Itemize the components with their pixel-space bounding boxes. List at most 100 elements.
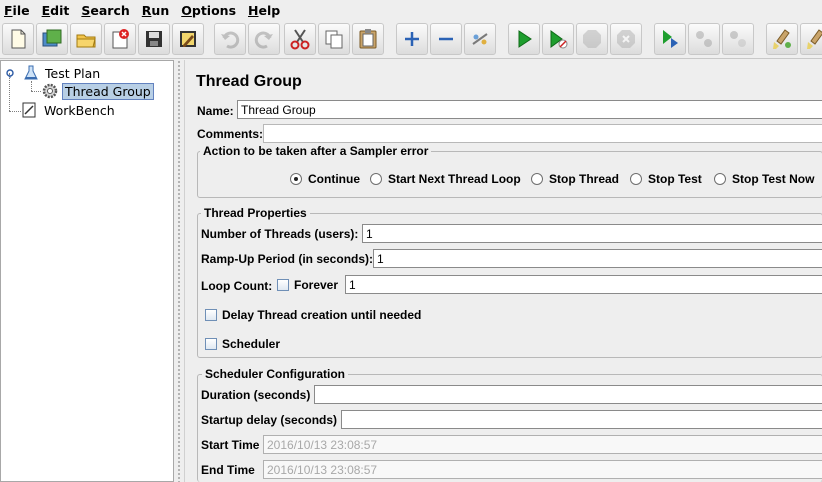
radio-indicator	[370, 173, 382, 185]
cut-button[interactable]	[284, 23, 316, 55]
open-icon	[76, 34, 96, 48]
remote-start-icon	[663, 30, 678, 48]
forever-checkbox[interactable]: Forever	[277, 278, 338, 292]
loop-count-input[interactable]: 1	[345, 275, 822, 294]
toggle-button[interactable]	[464, 23, 496, 55]
radio-indicator	[531, 173, 543, 185]
remote-stop-icon	[696, 31, 712, 47]
tree-connector	[31, 91, 41, 92]
tree-connector	[9, 111, 21, 112]
start-icon	[518, 30, 532, 48]
gear-icon	[42, 83, 58, 99]
tree-item-test-plan[interactable]: Test Plan	[5, 64, 102, 82]
undo-icon	[221, 31, 240, 49]
expand-all-button[interactable]	[396, 23, 428, 55]
duration-label: Duration (seconds)	[201, 388, 311, 402]
duration-input[interactable]	[314, 385, 822, 404]
toolbar	[0, 21, 822, 59]
checkbox-box	[205, 338, 217, 350]
start-no-pauses-button[interactable]	[542, 23, 574, 55]
collapse-all-button[interactable]	[430, 23, 462, 55]
menu-help[interactable]: Help	[248, 3, 280, 18]
remote-shutdown-icon	[730, 31, 746, 47]
radio-stop-thread[interactable]: Stop Thread	[531, 172, 619, 186]
radio-indicator	[630, 173, 642, 185]
collapse-icon	[439, 37, 453, 41]
remote-shutdown-button[interactable]	[722, 23, 754, 55]
tree-item-label: Test Plan	[45, 65, 101, 81]
radio-indicator	[714, 173, 726, 185]
sampler-error-title: Action to be taken after a Sampler error	[200, 144, 432, 158]
num-threads-input[interactable]: 1	[362, 224, 822, 243]
paste-button[interactable]	[352, 23, 384, 55]
toggle-icon	[472, 33, 488, 45]
cut-icon	[290, 29, 310, 50]
menu-file[interactable]: File	[4, 3, 30, 18]
radio-stop-test[interactable]: Stop Test	[630, 172, 702, 186]
page-title: Thread Group	[196, 73, 302, 90]
save-as-button[interactable]	[172, 23, 204, 55]
save-as-icon	[180, 31, 196, 47]
stop-button[interactable]	[576, 23, 608, 55]
checkbox-box	[277, 279, 289, 291]
clear-all-icon	[807, 29, 822, 49]
open-button[interactable]	[70, 23, 102, 55]
tree-item-label: Thread Group	[62, 82, 154, 100]
start-no-pause-icon	[550, 30, 568, 49]
startup-delay-input[interactable]	[341, 410, 822, 429]
stop-icon	[583, 30, 601, 48]
name-label: Name:	[197, 104, 234, 118]
delay-thread-creation-checkbox[interactable]: Delay Thread creation until needed	[205, 308, 421, 322]
save-button[interactable]	[138, 23, 170, 55]
scheduler-config-title: Scheduler Configuration	[202, 367, 349, 381]
shutdown-button[interactable]	[610, 23, 642, 55]
tree-expander-icon[interactable]	[5, 68, 15, 78]
radio-indicator	[290, 173, 302, 185]
thread-properties-title: Thread Properties	[201, 206, 310, 220]
clear-button[interactable]	[766, 23, 798, 55]
remote-start-button[interactable]	[654, 23, 686, 55]
loop-count-label: Loop Count:	[201, 279, 273, 293]
redo-button[interactable]	[248, 23, 280, 55]
comments-input[interactable]	[263, 124, 822, 143]
radio-continue[interactable]: Continue	[290, 172, 360, 186]
pane-splitter[interactable]	[174, 60, 184, 482]
new-button[interactable]	[2, 23, 34, 55]
num-threads-label: Number of Threads (users):	[201, 227, 359, 241]
radio-start-next-thread-loop[interactable]: Start Next Thread Loop	[370, 172, 521, 186]
tree-item-thread-group[interactable]: Thread Group	[41, 82, 154, 100]
new-icon	[11, 29, 26, 49]
start-button[interactable]	[508, 23, 540, 55]
undo-button[interactable]	[214, 23, 246, 55]
templates-icon	[42, 29, 62, 47]
radio-stop-test-now[interactable]: Stop Test Now	[714, 172, 814, 186]
menu-run[interactable]: Run	[142, 3, 169, 18]
clear-all-button[interactable]	[800, 23, 822, 55]
menu-search[interactable]: Search	[81, 3, 129, 18]
paste-icon	[359, 29, 377, 49]
name-input[interactable]: Thread Group	[237, 100, 822, 119]
splitter-grip[interactable]	[177, 60, 181, 482]
copy-button[interactable]	[318, 23, 350, 55]
expand-icon	[405, 32, 419, 46]
startup-delay-label: Startup delay (seconds)	[201, 413, 338, 427]
end-time-input[interactable]: 2016/10/13 23:08:57	[263, 460, 822, 479]
templates-button[interactable]	[36, 23, 68, 55]
end-time-label: End Time	[201, 463, 255, 477]
test-plan-icon	[24, 65, 38, 80]
workbench-icon	[22, 102, 36, 118]
remote-stop-button[interactable]	[688, 23, 720, 55]
save-icon	[146, 31, 162, 47]
menu-edit[interactable]: Edit	[42, 3, 70, 18]
tree-item-workbench[interactable]: WorkBench	[21, 101, 117, 119]
ramp-up-input[interactable]: 1	[373, 249, 822, 268]
copy-icon	[325, 30, 343, 49]
start-time-label: Start Time	[201, 438, 260, 452]
clear-icon	[773, 29, 791, 49]
close-button[interactable]	[104, 23, 136, 55]
comments-label: Comments:	[197, 127, 264, 141]
tree-connector	[31, 81, 32, 91]
scheduler-checkbox[interactable]: Scheduler	[205, 337, 280, 351]
menu-options[interactable]: Options	[181, 3, 236, 18]
start-time-input[interactable]: 2016/10/13 23:08:57	[263, 435, 822, 454]
